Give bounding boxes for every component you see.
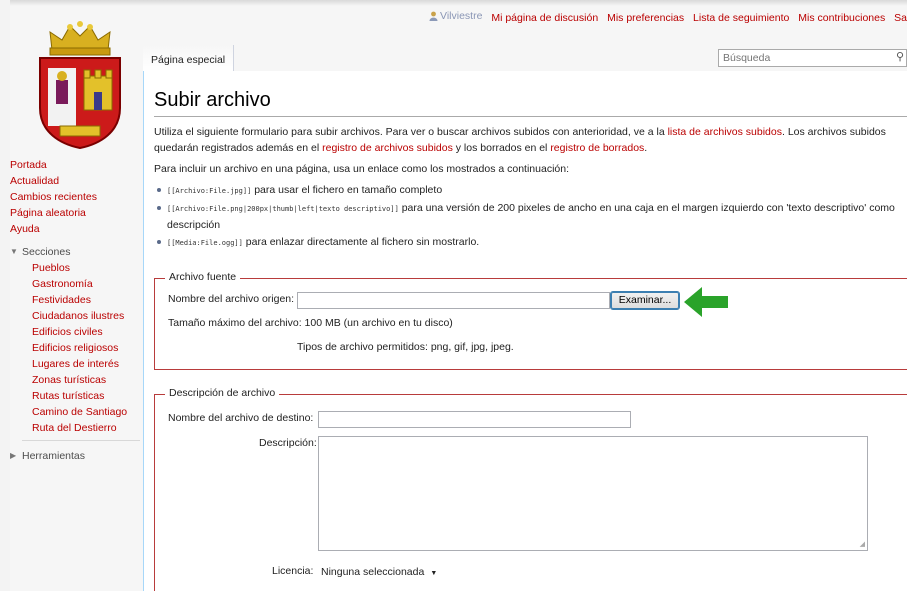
max-size-text: Tamaño máximo del archivo: 100 MB (un ar… [168, 317, 453, 329]
sidebar-item-pagina-aleatoria[interactable]: Página aleatoria [10, 205, 140, 221]
sidebar-item-ayuda[interactable]: Ayuda [10, 221, 140, 237]
sidebar-item-festividades[interactable]: Festividades [10, 292, 140, 308]
sidebar-item-cambios-recientes[interactable]: Cambios recientes [10, 189, 140, 205]
dest-name-input[interactable] [318, 411, 631, 428]
fieldset-legend: Archivo fuente [165, 271, 241, 283]
link-upload-list[interactable]: lista de archivos subidos [668, 126, 782, 138]
sidebar-nav: Portada Actualidad Cambios recientes Pág… [10, 157, 140, 237]
intro-text: . [644, 142, 648, 154]
site-logo[interactable] [30, 20, 130, 150]
sidebar-item-pueblos[interactable]: Pueblos [10, 260, 140, 276]
search-box: ⚲ [718, 49, 907, 67]
browse-button[interactable]: Examinar... [610, 291, 680, 310]
license-select[interactable]: Ninguna seleccionada ▼ [318, 563, 439, 581]
allowed-types-text: Tipos de archivo permitidos: png, gif, j… [297, 341, 514, 353]
sidebar-sections-list: Pueblos Gastronomía Festividades Ciudada… [10, 260, 140, 436]
source-file-input[interactable] [297, 292, 610, 309]
link-upload-log[interactable]: registro de archivos subidos [322, 142, 453, 154]
search-icon[interactable]: ⚲ [896, 50, 904, 63]
wiki-code: [[Archivo:File.png|200px|thumb|left|text… [167, 205, 399, 213]
link-contributions[interactable]: Mis contribuciones [798, 12, 885, 24]
link-logout[interactable]: Sa [894, 12, 907, 24]
intro-paragraph: Utiliza el siguiente formulario para sub… [154, 124, 904, 156]
sidebar-item-zonas-turisticas[interactable]: Zonas turísticas [10, 372, 140, 388]
list-item: [[Archivo:File.jpg]] para usar el ficher… [154, 182, 904, 199]
include-instructions: Para incluir un archivo en una página, u… [154, 163, 570, 175]
sidebar: Portada Actualidad Cambios recientes Pág… [10, 157, 140, 464]
chevron-down-icon: ▼ [430, 570, 438, 577]
source-file-fieldset: Archivo fuente Nombre del archivo origen… [154, 271, 907, 370]
sidebar-item-ciudadanos-ilustres[interactable]: Ciudadanos ilustres [10, 308, 140, 324]
user-name: Vilviestre [440, 10, 483, 22]
user-link[interactable]: Vilviestre [429, 10, 482, 22]
intro-text: y los borrados en el [452, 142, 551, 154]
title-divider [154, 116, 907, 117]
usage-list: [[Archivo:File.jpg]] para usar el ficher… [154, 182, 904, 252]
section-label: Secciones [22, 246, 71, 258]
sidebar-item-ruta-del-destierro[interactable]: Ruta del Destierro [10, 420, 140, 436]
sidebar-item-rutas-turisticas[interactable]: Rutas turísticas [10, 388, 140, 404]
dest-name-label: Nombre del archivo de destino: [168, 412, 314, 424]
source-file-label: Nombre del archivo origen: [168, 293, 295, 305]
content-area: Subir archivo Utiliza el siguiente formu… [143, 71, 907, 591]
sidebar-item-portada[interactable]: Portada [10, 157, 140, 173]
sidebar-item-camino-de-santiago[interactable]: Camino de Santiago [10, 404, 140, 420]
license-label: Licencia: [272, 565, 314, 577]
sidebar-item-edificios-civiles[interactable]: Edificios civiles [10, 324, 140, 340]
frame-shadow [10, 0, 907, 6]
fieldset-legend: Descripción de archivo [165, 387, 280, 399]
sidebar-item-gastronomia[interactable]: Gastronomía [10, 276, 140, 292]
description-label: Descripción: [259, 437, 317, 449]
sidebar-section-herramientas[interactable]: ▶ Herramientas [10, 448, 140, 464]
resize-grip-icon[interactable]: ◢ [860, 540, 865, 548]
license-selected: Ninguna seleccionada [321, 566, 425, 578]
section-label: Herramientas [22, 450, 86, 462]
link-watchlist[interactable]: Lista de seguimiento [693, 12, 789, 24]
sidebar-item-actualidad[interactable]: Actualidad [10, 173, 140, 189]
chevron-right-icon: ▶ [10, 451, 17, 460]
wiki-code: [[Media:File.ogg]] [167, 239, 243, 247]
wiki-code: [[Archivo:File.jpg]] [167, 187, 252, 195]
link-preferences[interactable]: Mis preferencias [607, 12, 684, 24]
description-textarea[interactable]: ◢ [318, 436, 868, 551]
list-text: para enlazar directamente al fichero sin… [242, 236, 480, 248]
left-arrow-icon [684, 287, 728, 317]
link-talk[interactable]: Mi página de discusión [491, 12, 598, 24]
list-item: [[Archivo:File.png|200px|thumb|left|text… [154, 200, 904, 233]
sidebar-item-lugares-de-interes[interactable]: Lugares de interés [10, 356, 140, 372]
search-input[interactable] [719, 50, 869, 66]
sidebar-divider [22, 440, 140, 441]
chevron-down-icon: ▼ [10, 247, 18, 256]
page-title: Subir archivo [154, 89, 271, 111]
personal-tools-bar: Vilviestre Mi página de discusión Mis pr… [429, 10, 907, 28]
tab-label: Página especial [151, 54, 226, 66]
intro-text: Utiliza el siguiente formulario para sub… [154, 126, 668, 138]
coat-of-arms-icon [39, 21, 121, 150]
user-icon [429, 11, 438, 21]
link-deletion-log[interactable]: registro de borrados [550, 142, 644, 154]
list-text: para usar el fichero en tamaño completo [251, 184, 443, 196]
description-fieldset: Descripción de archivo Nombre del archiv… [154, 387, 907, 591]
sidebar-item-edificios-religiosos[interactable]: Edificios religiosos [10, 340, 140, 356]
tab-special-page[interactable]: Página especial [143, 45, 235, 71]
list-item: [[Media:File.ogg]] para enlazar directam… [154, 234, 904, 251]
sidebar-section-secciones[interactable]: ▼ Secciones [10, 244, 140, 260]
